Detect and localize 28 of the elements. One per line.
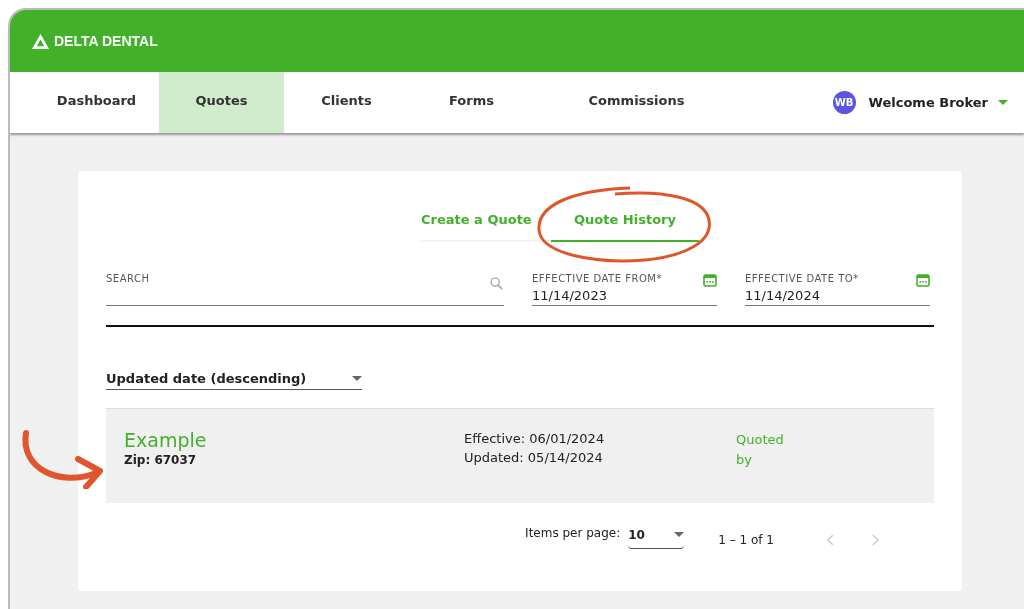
nav-tab[interactable]: Commissions	[534, 72, 739, 133]
sort-dropdown[interactable]: Updated date (descending)	[106, 371, 362, 390]
caret-icon	[674, 532, 685, 537]
nav-tab[interactable]: Quotes	[159, 72, 284, 133]
user-avatar[interactable]: WB	[832, 91, 856, 114]
brand-logo: DELTA DENTAL	[54, 33, 158, 49]
date-field[interactable]: EFFECTIVE DATE TO* 11/14/2024	[745, 270, 930, 306]
search-icon	[490, 277, 503, 290]
caret-icon	[352, 376, 362, 381]
zip-code: Zip: 67037	[124, 453, 198, 467]
next-page-icon[interactable]	[872, 534, 880, 546]
nav-tab[interactable]: Forms	[409, 72, 534, 133]
previous-page-icon[interactable]	[826, 534, 834, 546]
calendar-icon[interactable]	[916, 273, 930, 287]
date-field[interactable]: EFFECTIVE DATE FROM* 11/14/2023	[532, 270, 717, 306]
effective-date: Effective: 06/01/2024	[464, 431, 606, 446]
page-range: 1 – 1 of 1	[718, 533, 774, 547]
search-field[interactable]: SEARCH	[106, 270, 504, 306]
calendar-icon[interactable]	[703, 273, 717, 287]
items-per-page-label: Items per page:	[525, 526, 621, 540]
quoted-by-label: Quoted by	[736, 432, 784, 467]
updated-date: Updated: 05/14/2024	[464, 450, 604, 465]
page-size-dropdown[interactable]: 10	[628, 525, 685, 549]
nav-tab[interactable]: Dashboard	[34, 72, 159, 133]
nav-tab[interactable]: Clients	[284, 72, 409, 133]
user-menu[interactable]: Welcome Broker	[868, 95, 988, 110]
triangle-logo-icon	[31, 32, 50, 50]
caret-icon[interactable]	[998, 100, 1008, 105]
